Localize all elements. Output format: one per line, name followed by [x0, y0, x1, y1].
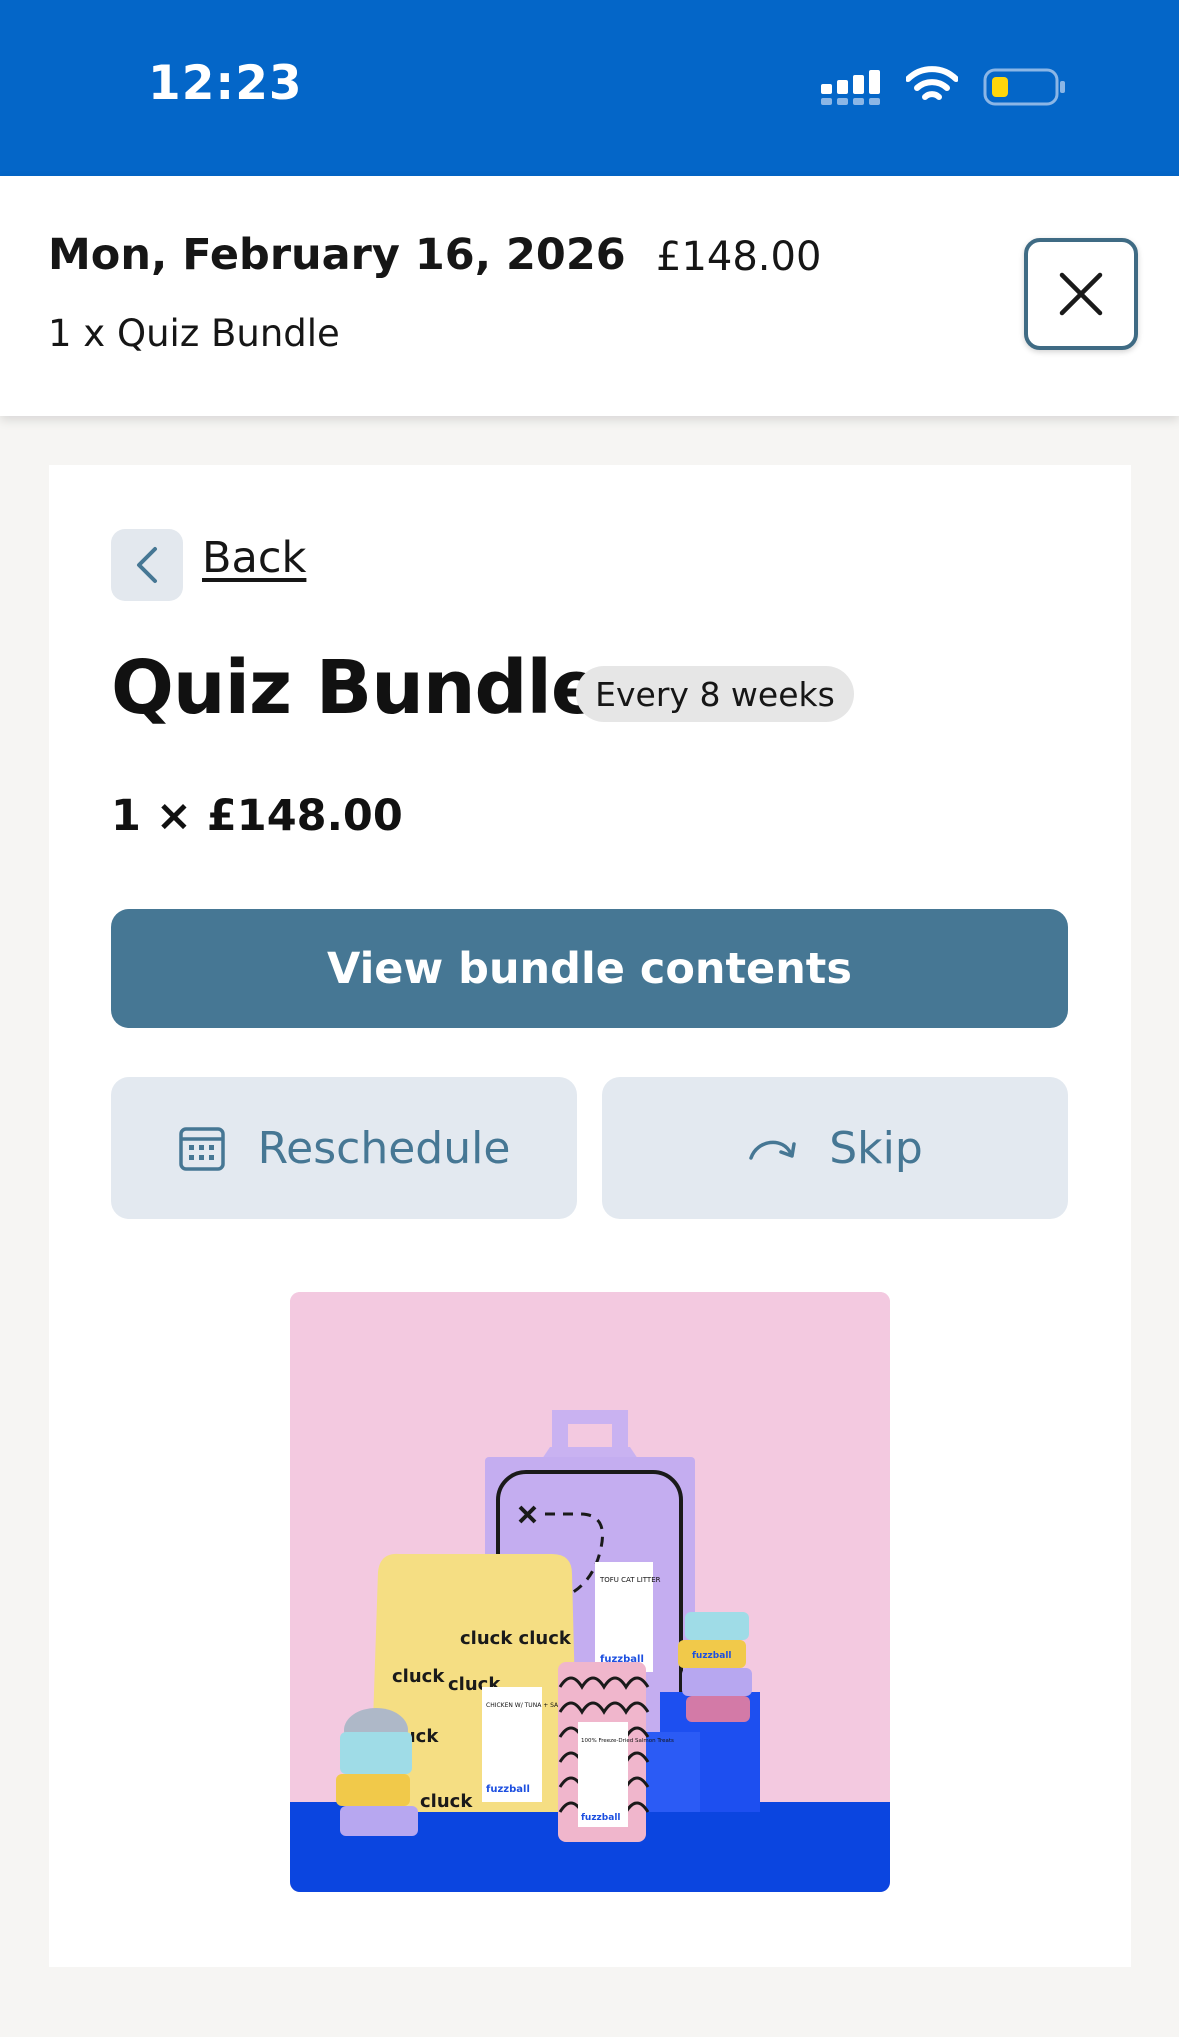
bag-brand: fuzzball: [486, 1784, 530, 1795]
wifi-icon: [906, 66, 958, 100]
close-button[interactable]: [1024, 238, 1138, 350]
bundle-title: Quiz Bundle: [111, 645, 601, 731]
delivery-item-summary: 1 x Quiz Bundle: [48, 312, 340, 355]
skip-label: Skip: [829, 1122, 923, 1174]
treats-label: 100% Freeze-Dried Salmon Treats: [581, 1738, 674, 1744]
back-link[interactable]: Back: [202, 533, 306, 583]
frequency-badge: Every 8 weeks: [576, 666, 854, 722]
bundle-product-image: TOFU CAT LITTER fuzzball fuzzball cluck …: [290, 1292, 890, 1892]
skip-button[interactable]: Skip: [602, 1077, 1068, 1219]
signal-icon: [821, 70, 880, 105]
bag-text-line: cluck: [392, 1666, 445, 1687]
litter-label: TOFU CAT LITTER: [599, 1576, 661, 1584]
bundle-card: Back Quiz Bundle Every 8 weeks 1 × £148.…: [49, 465, 1131, 1967]
quantity-price: 1 × £148.00: [111, 791, 403, 841]
skip-arrow-icon: [747, 1132, 797, 1164]
chevron-left-icon: [137, 547, 157, 583]
reschedule-label: Reschedule: [257, 1122, 511, 1174]
bag-text-line: cluck: [420, 1791, 473, 1812]
delivery-header: Mon, February 16, 2026 £148.00 1 x Quiz …: [0, 176, 1179, 416]
delivery-date: Mon, February 16, 2026: [48, 230, 626, 280]
tin-brand: fuzzball: [692, 1651, 732, 1661]
back-icon-button[interactable]: [111, 529, 183, 601]
battery-icon: [983, 68, 1065, 106]
close-icon: [1059, 272, 1103, 316]
status-bar: 12:23: [0, 0, 1179, 176]
delivery-price: £148.00: [656, 234, 822, 280]
treats-brand: fuzzball: [581, 1813, 621, 1823]
view-bundle-contents-button[interactable]: View bundle contents: [111, 909, 1068, 1028]
bag-text-line: cluck cluck: [460, 1628, 572, 1649]
calendar-icon: [178, 1124, 226, 1172]
status-time: 12:23: [148, 56, 303, 111]
reschedule-button[interactable]: Reschedule: [111, 1077, 577, 1219]
